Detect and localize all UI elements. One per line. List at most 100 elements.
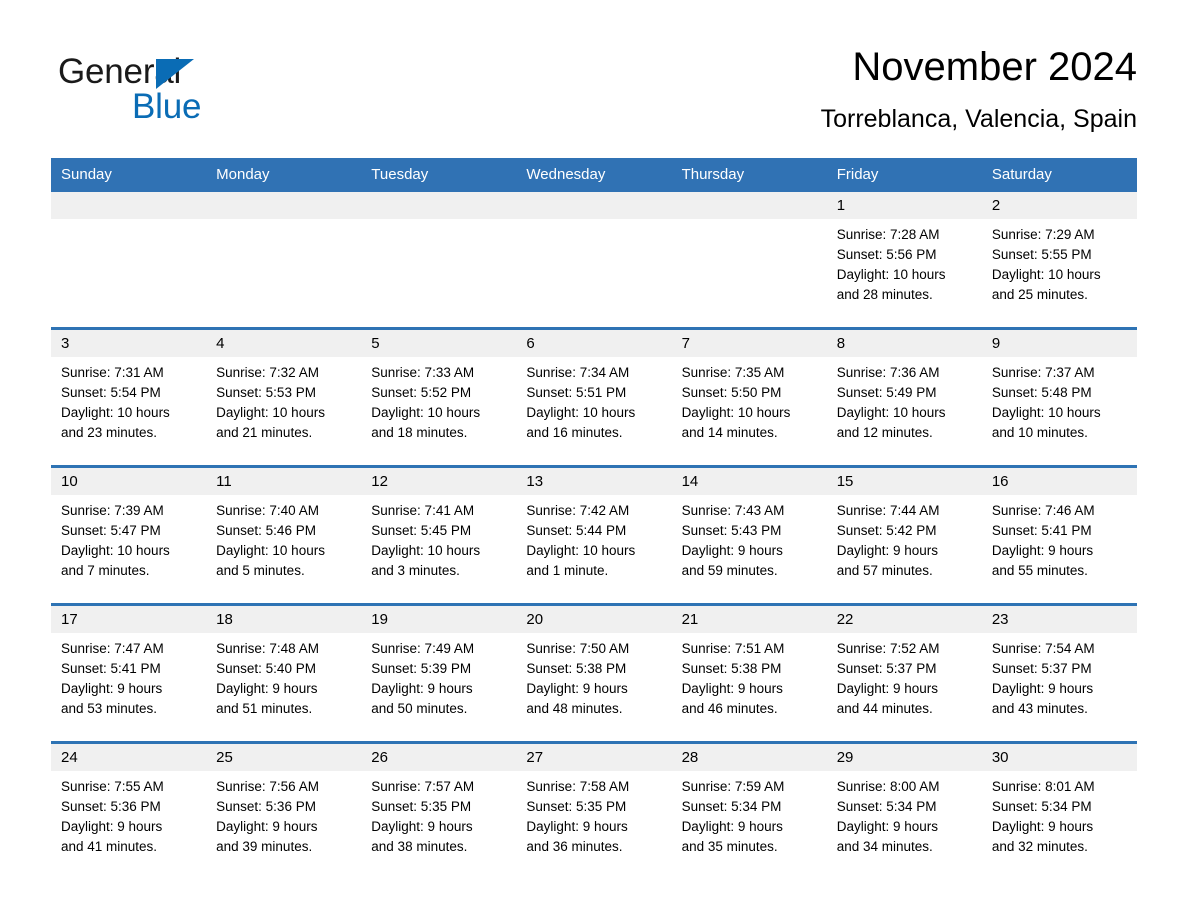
day-sunrise-text: Sunrise: 7:49 AM [371,641,475,656]
day-daylight-line1-text: Daylight: 9 hours [371,681,473,696]
day-sunrise-text: Sunrise: 7:36 AM [836,365,940,380]
day-number[interactable]: 7 [672,330,827,357]
day-number[interactable]: 28 [672,744,827,771]
day-number[interactable]: 6 [516,330,671,357]
day-cell[interactable]: Sunrise: 7:36 AM Sunset: 5:49 PM Daylight:… [827,357,982,465]
day-cell[interactable]: Sunrise: 7:43 AM Sunset: 5:43 PM Daylight:… [672,495,827,603]
day-cell[interactable]: Sunrise: 7:31 AM Sunset: 5:54 PM Daylight:… [51,357,206,465]
day-number[interactable]: 26 [361,744,516,771]
day-cell[interactable]: Sunrise: 7:46 AM Sunset: 5:41 PM Daylight:… [982,495,1137,603]
day-cell[interactable]: Sunrise: 7:52 AM Sunset: 5:37 PM Daylight:… [827,633,982,741]
day-number[interactable]: 23 [982,606,1137,633]
day-sunset-text: Sunset: 5:43 PM [681,523,782,538]
day-number[interactable]: 17 [51,606,206,633]
weekday-header-saturday: Saturday [991,166,1052,183]
day-cell[interactable]: Sunrise: 7:35 AM Sunset: 5:50 PM Daylight:… [672,357,827,465]
day-daylight-line2-text: and 55 minutes. [991,563,1088,578]
day-number[interactable]: 12 [361,468,516,495]
day-daylight-line1-text: Daylight: 9 hours [991,681,1094,696]
day-number[interactable]: 18 [206,606,361,633]
day-cell[interactable]: Sunrise: 7:44 AM Sunset: 5:42 PM Daylight:… [827,495,982,603]
day-daylight-line2-text: and 51 minutes. [216,701,313,716]
day-cell[interactable]: Sunrise: 7:34 AM Sunset: 5:51 PM Daylight:… [516,357,671,465]
day-number[interactable]: 25 [206,744,361,771]
day-daylight-line1-text: Daylight: 9 hours [681,681,783,696]
day-cell[interactable]: Sunrise: 7:41 AM Sunset: 5:45 PM Daylight:… [361,495,516,603]
day-sunset-text: Sunset: 5:45 PM [371,523,472,538]
day-number[interactable]: 16 [982,468,1137,495]
weekday-header-monday: Monday [216,166,270,183]
day-daylight-line1-text: Daylight: 9 hours [681,543,783,558]
day-sunrise-text: Sunrise: 7:58 AM [526,779,630,794]
day-cell[interactable]: Sunrise: 7:28 AM Sunset: 5:56 PM Daylight:… [827,219,982,327]
day-cell[interactable]: Sunrise: 7:54 AM Sunset: 5:37 PM Daylight:… [982,633,1137,741]
day-daylight-line2-text: and 53 minutes. [61,701,158,716]
day-sunrise-text: Sunrise: 7:42 AM [526,503,630,518]
day-sunrise-text: Sunrise: 7:46 AM [991,503,1095,518]
day-cell[interactable]: Sunrise: 7:56 AM Sunset: 5:36 PM Daylight:… [206,771,361,879]
day-number[interactable]: 30 [982,744,1137,771]
day-cell[interactable]: Sunrise: 7:50 AM Sunset: 5:38 PM Daylight:… [516,633,671,741]
day-cell[interactable]: Sunrise: 7:58 AM Sunset: 5:35 PM Daylight:… [516,771,671,879]
day-sunset-text: Sunset: 5:34 PM [681,799,782,814]
day-number[interactable]: 3 [51,330,206,357]
day-number[interactable]: 24 [51,744,206,771]
day-cell[interactable]: Sunrise: 7:37 AM Sunset: 5:48 PM Daylight:… [982,357,1137,465]
day-cell[interactable]: Sunrise: 7:59 AM Sunset: 5:34 PM Daylight:… [672,771,827,879]
day-number[interactable]: 9 [982,330,1137,357]
weekday-header-sunday: Sunday [61,166,112,183]
day-number[interactable]: 22 [827,606,982,633]
day-cell[interactable]: Sunrise: 7:42 AM Sunset: 5:44 PM Daylight:… [516,495,671,603]
day-number[interactable]: 13 [516,468,671,495]
day-number[interactable]: 19 [361,606,516,633]
day-cell[interactable]: Sunrise: 7:32 AM Sunset: 5:53 PM Daylight:… [206,357,361,465]
day-detail-band: Sunrise: 7:31 AM Sunset: 5:54 PM Daylight:… [51,357,1137,465]
day-cell[interactable]: Sunrise: 7:51 AM Sunset: 5:38 PM Daylight:… [672,633,827,741]
day-daylight-line1-text: Daylight: 9 hours [836,681,939,696]
day-number[interactable]: 8 [827,330,982,357]
day-cell[interactable]: Sunrise: 7:47 AM Sunset: 5:41 PM Daylight:… [51,633,206,741]
day-number[interactable]: 2 [982,192,1137,219]
day-daylight-line1-text: Daylight: 9 hours [526,819,628,834]
day-sunrise-text: Sunrise: 7:52 AM [836,641,940,656]
weekday-header-row: Sunday Monday Tuesday Wednesday Thursday Frid… [51,158,1137,192]
day-number[interactable]: 14 [672,468,827,495]
day-cell[interactable]: Sunrise: 7:29 AM Sunset: 5:55 PM Daylight:… [982,219,1137,327]
day-sunrise-text: Sunrise: 7:48 AM [216,641,319,656]
day-daylight-line1-text: Daylight: 10 hours [681,405,791,420]
day-sunrise-text: Sunrise: 7:47 AM [61,641,164,656]
calendar-week-row: 24 25 26 27 28 29 30 Sunrise: 7:55 AM Sunset: 5:… [51,741,1137,879]
day-detail-band: Sunrise: 7:39 AM Sunset: 5:47 PM Daylight:… [51,495,1137,603]
day-sunrise-text: Sunrise: 7:57 AM [371,779,475,794]
day-daylight-line2-text: and 43 minutes. [991,701,1088,716]
day-sunset-text: Sunset: 5:38 PM [681,661,782,676]
day-number[interactable]: 11 [206,468,361,495]
day-number[interactable]: 15 [827,468,982,495]
day-number[interactable]: 1 [827,192,982,219]
calendar-week-row: 17 18 19 20 21 22 23 Sunrise: 7:47 AM Sunset: 5:… [51,603,1137,741]
day-number[interactable]: 27 [516,744,671,771]
day-daylight-line1-text: Daylight: 10 hours [61,405,170,420]
day-number[interactable]: 21 [672,606,827,633]
day-number[interactable]: 20 [516,606,671,633]
day-cell[interactable]: Sunrise: 7:33 AM Sunset: 5:52 PM Daylight:… [361,357,516,465]
day-cell[interactable]: Sunrise: 7:40 AM Sunset: 5:46 PM Daylight:… [206,495,361,603]
day-number[interactable]: 4 [206,330,361,357]
day-cell[interactable]: Sunrise: 7:49 AM Sunset: 5:39 PM Daylight:… [361,633,516,741]
day-cell[interactable]: Sunrise: 7:57 AM Sunset: 5:35 PM Daylight:… [361,771,516,879]
day-daylight-line2-text: and 3 minutes. [371,563,460,578]
day-daylight-line2-text: and 34 minutes. [836,839,933,854]
day-daylight-line2-text: and 36 minutes. [526,839,623,854]
day-daylight-line2-text: and 41 minutes. [61,839,158,854]
day-number[interactable]: 5 [361,330,516,357]
day-sunrise-text: Sunrise: 7:32 AM [216,365,319,380]
day-sunrise-text: Sunrise: 7:31 AM [61,365,164,380]
day-number[interactable]: 29 [827,744,982,771]
day-daylight-line1-text: Daylight: 9 hours [61,819,163,834]
day-cell[interactable]: Sunrise: 7:48 AM Sunset: 5:40 PM Daylight:… [206,633,361,741]
day-number[interactable]: 10 [51,468,206,495]
day-cell[interactable]: Sunrise: 8:00 AM Sunset: 5:34 PM Daylight:… [827,771,982,879]
day-cell[interactable]: Sunrise: 7:39 AM Sunset: 5:47 PM Daylight:… [51,495,206,603]
day-cell[interactable]: Sunrise: 7:55 AM Sunset: 5:36 PM Daylight:… [51,771,206,879]
day-cell[interactable]: Sunrise: 8:01 AM Sunset: 5:34 PM Daylight:… [982,771,1137,879]
